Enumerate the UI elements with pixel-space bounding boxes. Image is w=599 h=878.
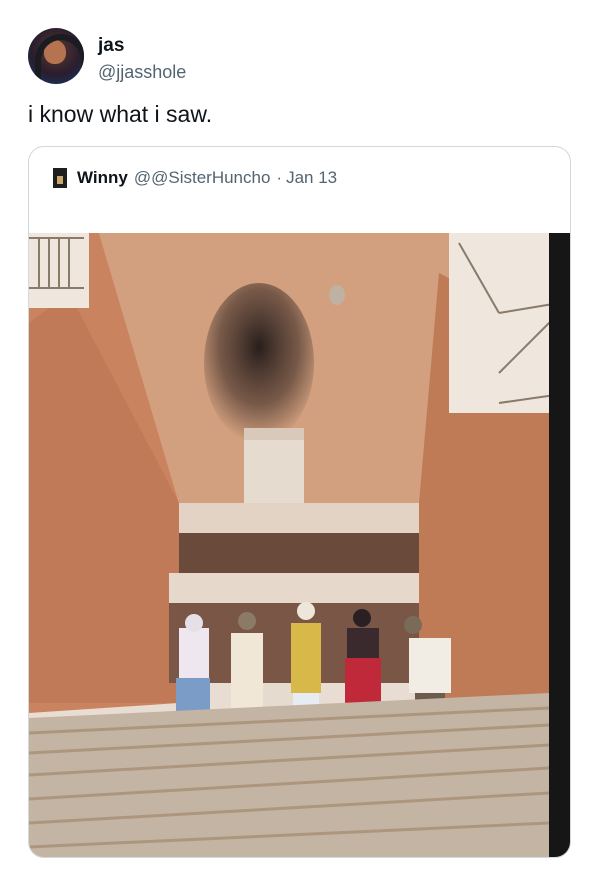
quoted-tweet[interactable]: Winny @@SisterHuncho · Jan 13: [28, 146, 571, 858]
quoted-tweet-header: Winny @@SisterHuncho · Jan 13: [53, 167, 337, 189]
quoted-date[interactable]: Jan 13: [286, 168, 337, 188]
quoted-photo[interactable]: [29, 233, 570, 857]
quoted-author-avatar[interactable]: [53, 168, 67, 188]
tweet-header: jas @jjasshole: [28, 28, 186, 84]
tweet-text: i know what i saw.: [28, 101, 213, 127]
author-handle[interactable]: @jjasshole: [98, 61, 186, 83]
steps: [29, 693, 550, 857]
quoted-author-handle[interactable]: @@SisterHuncho: [134, 168, 271, 188]
author-display-name[interactable]: jas: [98, 35, 186, 57]
author-avatar[interactable]: [28, 28, 84, 84]
building-photo-illustration: [29, 233, 570, 857]
author-names: jas @jjasshole: [98, 35, 186, 83]
tweet-card: jas @jjasshole i know what i saw. Winny …: [0, 0, 599, 878]
quoted-author-display-name[interactable]: Winny: [77, 168, 128, 188]
quoted-separator: ·: [276, 168, 283, 187]
